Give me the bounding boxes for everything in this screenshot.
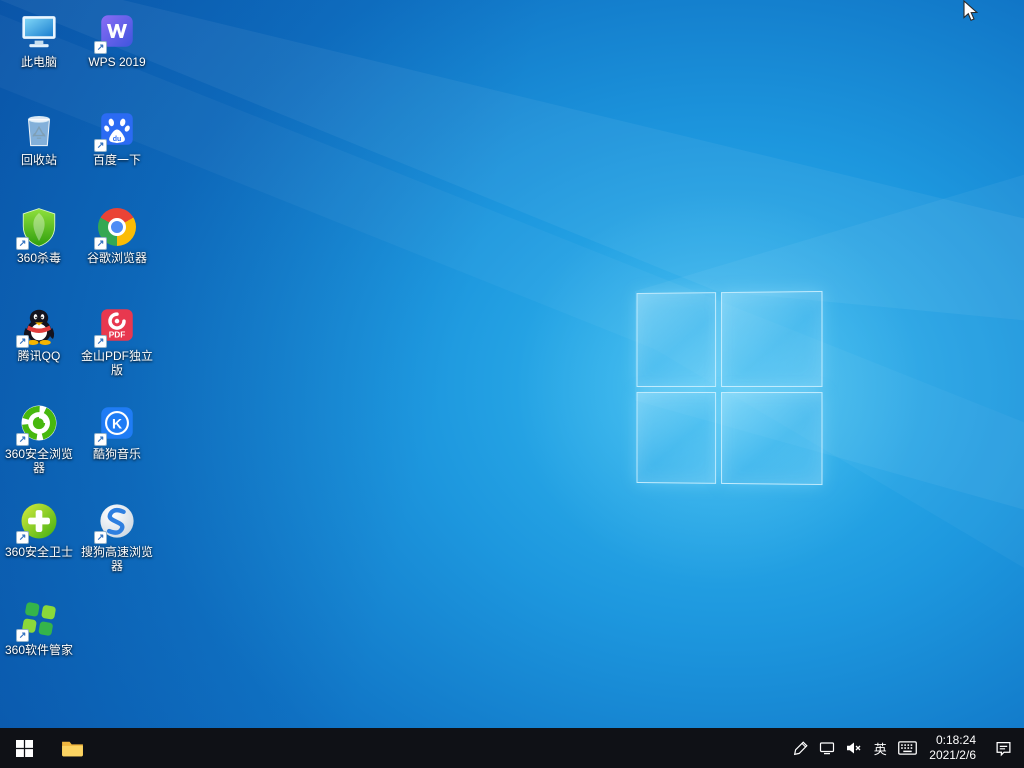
windows-logo <box>637 291 823 485</box>
desktop-icon-grid: 此电脑 回收站 ↗ 360杀毒 <box>0 4 156 690</box>
shortcut-arrow-icon: ↗ <box>16 629 29 642</box>
action-center-button[interactable] <box>984 728 1022 768</box>
desktop-icon-360-safety-guard[interactable]: ↗ 360安全卫士 <box>0 494 78 592</box>
desktop-icon-label: 360安全浏览器 <box>1 447 77 475</box>
desktop-icon-label: 金山PDF独立版 <box>79 349 155 377</box>
desktop-icon-kingsoft-pdf[interactable]: PDF ↗ 金山PDF独立版 <box>78 298 156 396</box>
desktop-icon-label: 腾讯QQ <box>18 349 61 363</box>
desktop: 此电脑 回收站 ↗ 360杀毒 <box>0 0 1024 768</box>
desktop-icon-360-secure-browser[interactable]: ↗ 360安全浏览器 <box>0 396 78 494</box>
shortcut-arrow-icon: ↗ <box>94 531 107 544</box>
shortcut-arrow-icon: ↗ <box>94 237 107 250</box>
shortcut-arrow-icon: ↗ <box>16 335 29 348</box>
shortcut-arrow-icon: ↗ <box>94 433 107 446</box>
360-safety-guard-icon: ↗ <box>18 500 60 542</box>
taskbar-clock[interactable]: 0:18:24 2021/2/6 <box>921 728 984 768</box>
desktop-icon-recycle-bin[interactable]: 回收站 <box>0 102 78 200</box>
desktop-icon-label: WPS 2019 <box>88 55 145 69</box>
file-explorer-button[interactable] <box>48 728 96 768</box>
windows-logo-pane <box>637 292 716 387</box>
desktop-icon-wps-2019[interactable]: ↗ WPS 2019 <box>78 4 156 102</box>
pen-icon[interactable] <box>788 728 814 768</box>
desktop-icon-label: 百度一下 <box>93 153 141 167</box>
svg-text:K: K <box>112 415 122 431</box>
shortcut-arrow-icon: ↗ <box>16 531 29 544</box>
svg-text:PDF: PDF <box>109 330 126 340</box>
360-software-manager-icon: ↗ <box>18 598 60 640</box>
clock-date: 2021/2/6 <box>929 748 976 763</box>
desktop-icon-this-pc[interactable]: 此电脑 <box>0 4 78 102</box>
shortcut-arrow-icon: ↗ <box>16 237 29 250</box>
touch-keyboard-icon[interactable] <box>894 728 921 768</box>
system-tray: 英 0:18:24 2021/2/6 <box>788 728 1024 768</box>
desktop-icon-label: 360软件管家 <box>5 643 73 657</box>
windows-logo-pane <box>637 392 716 484</box>
clock-time: 0:18:24 <box>936 733 976 748</box>
wps-2019-icon: ↗ <box>96 10 138 52</box>
kingsoft-pdf-icon: PDF ↗ <box>96 304 138 346</box>
desktop-icon-sogou-browser[interactable]: ↗ 搜狗高速浏览器 <box>78 494 156 592</box>
shortcut-arrow-icon: ↗ <box>94 41 107 54</box>
action-center-icon <box>995 740 1012 757</box>
shortcut-arrow-icon: ↗ <box>94 139 107 152</box>
desktop-icon-chrome[interactable]: ↗ 谷歌浏览器 <box>78 200 156 298</box>
chrome-icon: ↗ <box>96 206 138 248</box>
start-button[interactable] <box>0 728 48 768</box>
desktop-icon-360-software-manager[interactable]: ↗ 360软件管家 <box>0 592 78 690</box>
svg-text:du: du <box>113 136 122 143</box>
desktop-icon-label: 此电脑 <box>21 55 57 69</box>
desktop-icon-label: 360杀毒 <box>17 251 61 265</box>
desktop-icon-kugou-music[interactable]: K ↗ 酷狗音乐 <box>78 396 156 494</box>
desktop-icon-label: 360安全卫士 <box>5 545 73 559</box>
desktop-icon-label: 回收站 <box>21 153 57 167</box>
desktop-icon-baidu[interactable]: du ↗ 百度一下 <box>78 102 156 200</box>
desktop-icon-label: 谷歌浏览器 <box>87 251 147 265</box>
network-icon[interactable] <box>814 728 840 768</box>
folder-icon <box>60 736 85 761</box>
kugou-music-icon: K ↗ <box>96 402 138 444</box>
windows-start-icon <box>16 740 33 757</box>
360-antivirus-icon: ↗ <box>18 206 60 248</box>
desktop-icon-tencent-qq[interactable]: ↗ 腾讯QQ <box>0 298 78 396</box>
desktop-icon-label: 搜狗高速浏览器 <box>79 545 155 573</box>
ime-indicator[interactable]: 英 <box>866 728 894 768</box>
shortcut-arrow-icon: ↗ <box>16 433 29 446</box>
recycle-bin-icon <box>18 108 60 150</box>
desktop-icon-360-antivirus[interactable]: ↗ 360杀毒 <box>0 200 78 298</box>
sogou-browser-icon: ↗ <box>96 500 138 542</box>
desktop-icon-label: 酷狗音乐 <box>93 447 141 461</box>
360-secure-browser-icon: ↗ <box>18 402 60 444</box>
windows-logo-pane <box>721 291 823 387</box>
windows-logo-pane <box>721 392 823 485</box>
baidu-icon: du ↗ <box>96 108 138 150</box>
volume-muted-icon[interactable] <box>840 728 866 768</box>
tencent-qq-icon: ↗ <box>18 304 60 346</box>
taskbar: 英 0:18:24 2021/2/6 <box>0 728 1024 768</box>
this-pc-icon <box>18 10 60 52</box>
shortcut-arrow-icon: ↗ <box>94 335 107 348</box>
